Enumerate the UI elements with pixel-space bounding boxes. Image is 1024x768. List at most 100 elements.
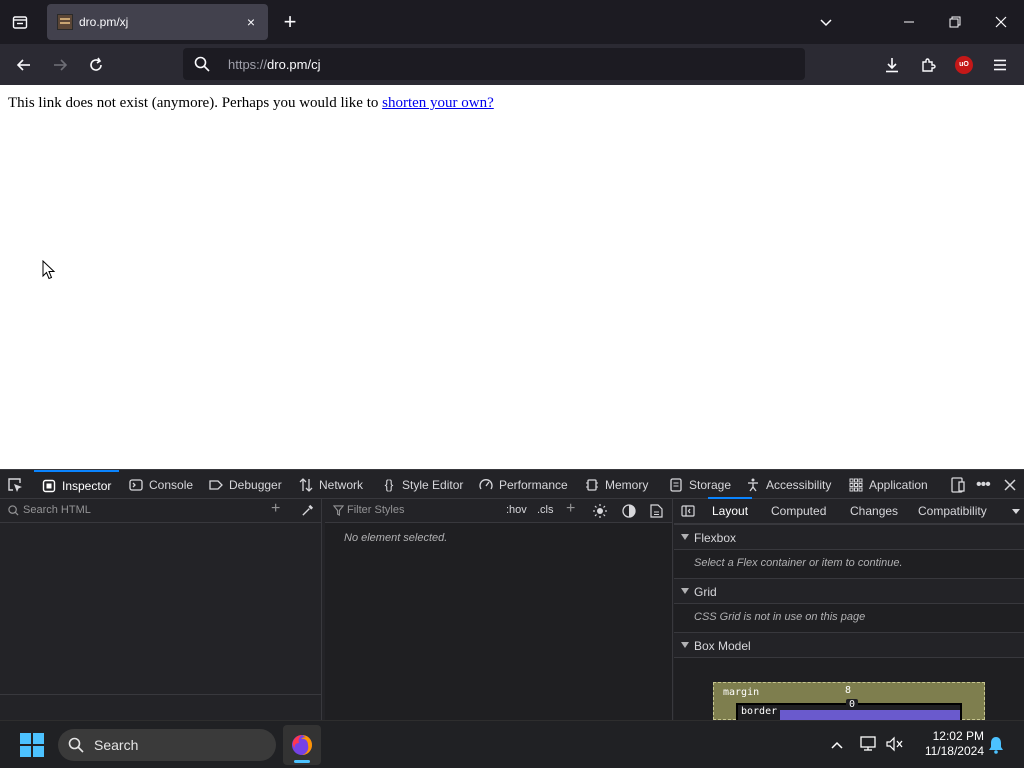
- margin-top-value[interactable]: 8: [845, 685, 851, 696]
- expand-triangle-icon: [681, 534, 689, 540]
- tab-debugger-label: Debugger: [229, 477, 282, 492]
- eyedropper-icon[interactable]: [301, 504, 314, 517]
- responsive-design-button[interactable]: [950, 470, 966, 499]
- taskbar-search[interactable]: Search: [58, 729, 276, 761]
- filter-styles-input[interactable]: Filter Styles: [347, 504, 404, 516]
- close-window-button[interactable]: [989, 10, 1013, 34]
- chevron-down-icon[interactable]: [1012, 509, 1020, 514]
- close-icon: [1004, 478, 1016, 491]
- taskbar-firefox-button[interactable]: [283, 725, 321, 765]
- devtools-panels: Search HTML + Filter Styles :hov .cls + …: [0, 497, 1024, 723]
- flexbox-note: Select a Flex container or item to conti…: [694, 557, 903, 569]
- storage-icon: [670, 477, 682, 492]
- tab-network-label: Network: [319, 477, 364, 492]
- taskbar-search-label: Search: [94, 737, 139, 753]
- tab-console[interactable]: Console: [129, 470, 193, 499]
- tab-style-editor-label: Style Editor: [402, 477, 464, 492]
- back-button[interactable]: [10, 51, 38, 79]
- add-node-button[interactable]: +: [271, 500, 280, 518]
- shorten-link[interactable]: shorten your own?: [382, 95, 494, 111]
- grid-section-header[interactable]: Grid: [674, 578, 1024, 604]
- list-all-tabs-button[interactable]: [814, 10, 838, 34]
- tab-changes[interactable]: Changes: [850, 504, 898, 518]
- gauge-icon: [479, 478, 493, 489]
- tab-style-editor[interactable]: {} Style Editor: [382, 470, 464, 499]
- forward-button[interactable]: [46, 51, 74, 79]
- rules-pane: Filter Styles :hov .cls + No element sel…: [325, 499, 673, 720]
- site-favicon-icon: [57, 14, 73, 30]
- windows-logo-icon: [20, 746, 31, 757]
- minimize-button[interactable]: [897, 10, 921, 34]
- hamburger-menu-icon: [994, 59, 1006, 71]
- dark-mode-icon[interactable]: [622, 504, 636, 518]
- page-content: This link does not exist (anymore). Perh…: [0, 85, 1024, 469]
- message-text: This link does not exist (anymore). Perh…: [8, 95, 383, 111]
- tab-performance[interactable]: Performance: [479, 470, 568, 499]
- flexbox-section-header[interactable]: Flexbox: [674, 524, 1024, 550]
- puzzle-icon: [922, 58, 936, 72]
- windows-start-button[interactable]: [20, 733, 44, 757]
- mouse-cursor-icon: [42, 260, 56, 280]
- element-picker-icon: [8, 477, 22, 492]
- tab-inspector[interactable]: Inspector: [34, 470, 120, 499]
- chevron-down-icon: [820, 19, 832, 27]
- restore-icon: [949, 16, 961, 28]
- box-model-section-header[interactable]: Box Model: [674, 632, 1024, 658]
- toggle-sidebar-icon[interactable]: [681, 504, 695, 518]
- add-rule-button[interactable]: +: [566, 500, 575, 518]
- devtools-close-button[interactable]: [1004, 470, 1016, 499]
- reload-button[interactable]: [82, 51, 110, 79]
- url-text[interactable]: https://dro.pm/cj: [228, 57, 321, 72]
- expand-triangle-icon: [681, 588, 689, 594]
- url-bar[interactable]: https://dro.pm/cj: [183, 48, 805, 80]
- tab-memory-label: Memory: [605, 477, 649, 492]
- app-menu-button[interactable]: [986, 51, 1014, 79]
- tab-compatibility[interactable]: Compatibility: [918, 504, 987, 518]
- extensions-button[interactable]: [914, 51, 942, 79]
- tab-close-button[interactable]: ×: [242, 13, 260, 31]
- element-picker-button[interactable]: [7, 470, 23, 499]
- browser-tab[interactable]: dro.pm/xj ×: [47, 4, 268, 40]
- clock-time: 12:02 PM: [932, 729, 984, 743]
- display-icon[interactable]: [860, 736, 878, 752]
- layout-sidebar: Layout Computed Changes Compatibility Fl…: [674, 497, 1024, 723]
- arrow-right-icon: [54, 59, 68, 71]
- volume-muted-icon[interactable]: [886, 736, 904, 752]
- expand-triangle-icon: [681, 642, 689, 648]
- system-clock[interactable]: 12:02 PM 11/18/2024: [912, 729, 984, 759]
- margin-label: margin: [723, 687, 760, 698]
- more-options-icon: •••: [976, 475, 991, 493]
- tab-layout[interactable]: Layout: [707, 497, 753, 518]
- windows-logo-icon: [20, 733, 31, 744]
- firefox-icon: [292, 735, 312, 755]
- tab-network[interactable]: Network: [299, 470, 363, 499]
- tab-inspector-label: Inspector: [62, 478, 112, 493]
- tab-debugger[interactable]: Debugger: [209, 470, 282, 499]
- class-toggle[interactable]: .cls: [537, 504, 554, 516]
- new-tab-button[interactable]: +: [279, 9, 301, 35]
- debugger-icon: [209, 479, 223, 490]
- ublock-origin-icon[interactable]: uO: [955, 56, 973, 74]
- memory-chip-icon: [586, 478, 598, 491]
- minimize-icon: [904, 21, 914, 23]
- chevron-up-icon[interactable]: [830, 739, 844, 751]
- box-model-diagram: margin 8 border 0: [713, 682, 985, 723]
- notification-bell-icon[interactable]: [988, 736, 1004, 754]
- pseudo-class-toggle[interactable]: :hov: [506, 504, 527, 516]
- print-media-icon[interactable]: [650, 504, 663, 518]
- tab-memory[interactable]: Memory: [585, 470, 648, 499]
- tab-storage[interactable]: Storage: [669, 470, 731, 499]
- downloads-button[interactable]: [878, 51, 906, 79]
- tab-application[interactable]: Application: [849, 470, 928, 499]
- tab-accessibility[interactable]: Accessibility: [746, 470, 831, 499]
- tab-computed[interactable]: Computed: [771, 504, 826, 518]
- devtools-more-button[interactable]: •••: [976, 470, 991, 499]
- light-mode-icon[interactable]: [593, 504, 607, 518]
- restore-button[interactable]: [943, 10, 967, 34]
- tab-storage-label: Storage: [689, 477, 732, 492]
- firefox-view-button[interactable]: [6, 8, 34, 36]
- breadcrumb-bar: [0, 694, 322, 720]
- search-html-input[interactable]: Search HTML: [23, 504, 91, 516]
- network-icon: [299, 477, 313, 492]
- devtools-toolbar: Inspector Console Debugger Network {} St…: [0, 469, 1024, 499]
